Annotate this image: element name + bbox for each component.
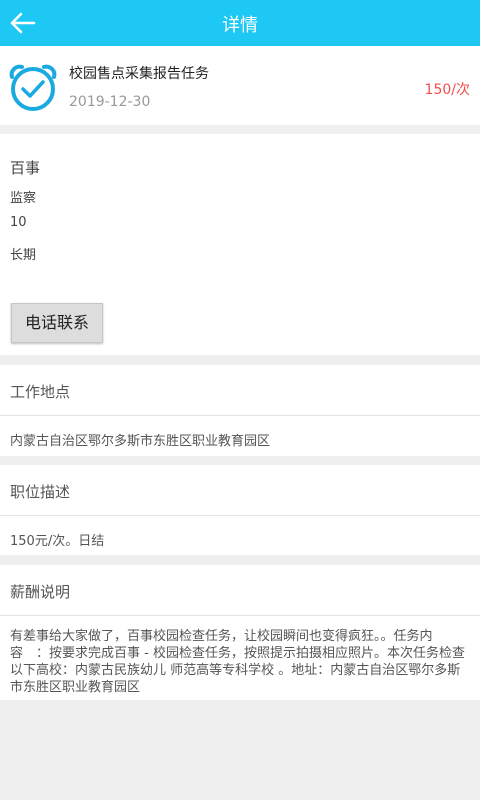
page-title: 详情 — [222, 15, 258, 36]
top-bar: 详情 — [0, 0, 480, 46]
salary-title: 薪酬说明 — [10, 583, 71, 601]
location-header: 工作地点 — [0, 365, 480, 416]
call-button[interactable]: 电话联系 — [11, 303, 103, 343]
task-price: 150/次 — [424, 82, 470, 98]
salary-header: 薪酬说明 — [0, 565, 480, 616]
description-section: 职位描述 150元/次。日结 — [0, 465, 480, 555]
job-period: 长期 — [10, 248, 37, 263]
location-title: 工作地点 — [10, 383, 71, 401]
salary-text: 有差事给大家做了，百事校园检查任务，让校园瞬间也变得疯狂。。任务内容 ：按要求完… — [10, 629, 465, 695]
recruit-count: 10 — [10, 215, 27, 230]
task-card[interactable]: 校园售点采集报告任务 2019-12-30 150/次 — [0, 46, 480, 125]
location-address: 内蒙古自治区鄂尔多斯市东胜区职业教育园区 — [10, 434, 271, 449]
info-card: 百事 监察 10 长期 电话联系 — [0, 134, 480, 355]
location-section: 工作地点 内蒙古自治区鄂尔多斯市东胜区职业教育园区 — [0, 365, 480, 456]
description-text: 150元/次。日结 — [10, 534, 105, 549]
task-title: 校园售点采集报告任务 — [69, 66, 209, 82]
description-header: 职位描述 — [0, 465, 480, 516]
salary-section: 薪酬说明 有差事给大家做了，百事校园检查任务，让校园瞬间也变得疯狂。。任务内容 … — [0, 565, 480, 700]
job-type: 监察 — [10, 191, 37, 206]
description-title: 职位描述 — [10, 483, 71, 501]
alarm-clock-check-icon — [9, 64, 57, 111]
company-name: 百事 — [10, 159, 41, 177]
task-date: 2019-12-30 — [69, 94, 151, 110]
